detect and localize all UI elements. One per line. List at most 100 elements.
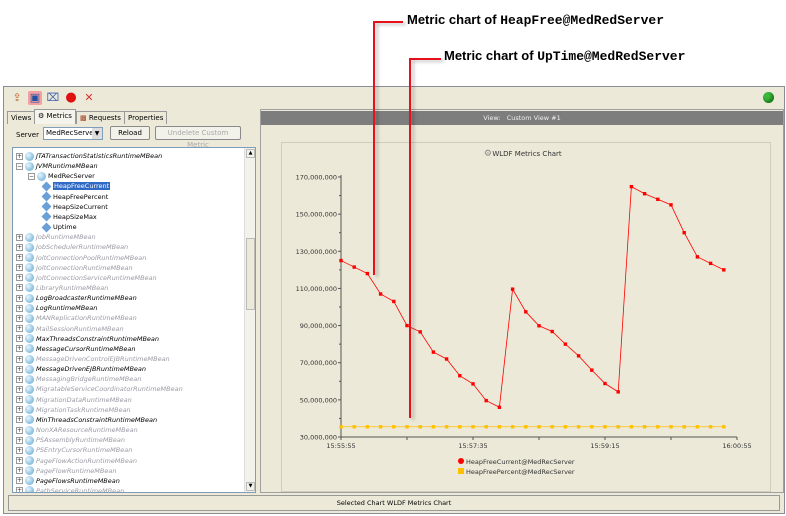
tree-item[interactable]: + LibraryRuntimeMBean <box>16 283 108 293</box>
callout-line <box>373 21 375 275</box>
scroll-thumb[interactable] <box>246 238 255 310</box>
expand-icon[interactable]: + <box>16 365 23 373</box>
data-point <box>603 425 607 429</box>
callout-text: Metric chart of <box>444 48 538 63</box>
collapse-icon[interactable]: − <box>16 162 23 170</box>
y-tick-label: 150,000,000 <box>296 211 337 219</box>
expand-icon[interactable]: + <box>16 426 23 434</box>
tree-item[interactable]: + MessageDrivenControlEJBRuntimeMBean <box>16 354 170 364</box>
tree-item[interactable]: + MinThreadsConstraintRuntimeMBean <box>16 415 157 425</box>
tree-item[interactable]: HeapFreePercent <box>40 191 108 202</box>
tree-item[interactable]: + LogBroadcasterRuntimeMBean <box>16 293 137 303</box>
tree-item[interactable]: + JobSchedulerRuntimeMBean <box>16 242 128 252</box>
expand-icon[interactable]: + <box>16 396 23 404</box>
tab-requests[interactable]: ▩ Requests <box>76 111 125 124</box>
tree-item[interactable]: HeapSizeMax <box>40 211 97 222</box>
y-tick-label: 30,000,000 <box>300 434 337 442</box>
expand-icon[interactable]: + <box>16 325 23 333</box>
tree-item[interactable]: − JVMRuntimeMBean <box>16 161 98 171</box>
expand-icon[interactable]: + <box>16 314 23 322</box>
tree-item[interactable]: + MailSessionRuntimeMBean <box>16 324 124 334</box>
tree-item[interactable]: HeapFreeCurrent <box>40 181 111 192</box>
tree-item[interactable]: + PSEntryCursorRuntimeMBean <box>16 445 132 455</box>
expand-icon[interactable]: + <box>16 385 23 393</box>
tab-properties[interactable]: Properties <box>124 111 168 124</box>
view-label: View: <box>483 114 501 122</box>
expand-icon[interactable]: + <box>16 152 23 160</box>
expand-icon[interactable]: + <box>16 254 23 261</box>
expand-icon[interactable]: + <box>16 457 23 464</box>
delete-chart-icon[interactable]: ⌧ <box>46 91 60 105</box>
tree-item[interactable]: + PSAssemblyRuntimeMBean <box>16 435 125 445</box>
expand-icon[interactable]: + <box>16 467 23 475</box>
tab-views[interactable]: Views <box>7 111 36 124</box>
expand-icon[interactable]: + <box>16 284 23 292</box>
expand-icon[interactable]: + <box>16 477 23 485</box>
scroll-down-icon[interactable]: ▼ <box>246 482 255 491</box>
expand-icon[interactable]: + <box>16 446 23 454</box>
tree-item[interactable]: + MaxThreadsConstraintRuntimeMBean <box>16 334 159 344</box>
scroll-up-icon[interactable]: ▲ <box>246 149 255 158</box>
record-icon[interactable]: ● <box>64 91 78 105</box>
tree-item[interactable]: HeapSizeCurrent <box>40 201 108 212</box>
tree-item[interactable]: + LogRuntimeMBean <box>16 303 97 313</box>
expand-icon[interactable]: + <box>16 243 23 251</box>
tree-item[interactable]: + JoltConnectionServiceRuntimeMBean <box>16 273 157 283</box>
tab-metrics[interactable]: ⚙ Metrics <box>34 109 76 124</box>
tree-item[interactable]: + PageFlowsRuntimeMBean <box>16 476 120 486</box>
tree-item-label: HeapSizeMax <box>53 212 97 221</box>
expand-icon[interactable]: + <box>16 274 23 282</box>
server-select[interactable]: MedRecServer ▼ <box>43 127 103 140</box>
tree-item[interactable]: + JTATransactionStatisticsRuntimeMBean <box>16 151 162 161</box>
expand-icon[interactable]: + <box>16 375 23 383</box>
expand-icon[interactable]: + <box>16 436 23 444</box>
collapse-icon[interactable]: − <box>28 172 35 180</box>
mbean-icon <box>25 354 34 364</box>
tree-item[interactable]: + PathServiceRuntimeMBean <box>16 486 124 492</box>
tree-item[interactable]: + MessageCursorRuntimeMBean <box>16 344 135 354</box>
expand-icon[interactable]: + <box>16 345 23 353</box>
data-point <box>524 310 528 314</box>
expand-icon[interactable]: + <box>16 233 23 241</box>
close-icon[interactable]: ✕ <box>82 91 96 105</box>
tree-scrollbar[interactable]: ▲ ▼ <box>244 148 255 492</box>
expand-icon[interactable]: + <box>16 335 23 343</box>
expand-icon[interactable]: + <box>16 294 23 302</box>
tree-item[interactable]: + MessageDrivenEJBRuntimeMBean <box>16 364 146 374</box>
mbean-icon <box>25 445 34 455</box>
data-point <box>458 425 462 429</box>
reload-button[interactable]: Reload <box>110 126 150 140</box>
tree-item[interactable]: + PageFlowActionRuntimeMBean <box>16 456 137 466</box>
tree-item[interactable]: + JobRuntimeMBean <box>16 232 96 242</box>
legend-label: HeapFreeCurrent@MedRecServer <box>466 458 575 466</box>
undelete-custom-metric-button[interactable]: Undelete Custom Metric <box>155 126 241 149</box>
tree-item[interactable]: + MigrationDataRuntimeMBean <box>16 395 132 405</box>
data-point <box>550 329 554 334</box>
tree-item[interactable]: + JoltConnectionRuntimeMBean <box>16 263 133 273</box>
mbean-icon <box>25 263 34 273</box>
metrics-chart[interactable]: WLDF Metrics Chart ⚙ 170,000,000 150,000,00… <box>281 142 771 492</box>
export-icon[interactable]: ⇪ <box>10 91 24 105</box>
tree-item[interactable]: − MedRecServer <box>28 171 95 181</box>
expand-icon[interactable]: + <box>16 355 23 363</box>
expand-icon[interactable]: + <box>16 264 23 272</box>
expand-icon[interactable]: + <box>16 406 23 414</box>
mbean-icon <box>25 283 34 293</box>
tree-item[interactable]: + MigrationTaskRuntimeMBean <box>16 405 131 415</box>
save-icon[interactable]: ▣ <box>28 91 42 105</box>
tree-item[interactable]: Uptime <box>40 222 77 232</box>
mbean-icon <box>25 303 34 313</box>
tree-item[interactable]: + MANReplicationRuntimeMBean <box>16 313 137 323</box>
tree-item[interactable]: + PageFlowRuntimeMBean <box>16 466 116 476</box>
mbean-icon <box>37 171 46 181</box>
chart-gear-icon: ⚙ <box>484 149 492 159</box>
tree-item[interactable]: + NonXAResourceRuntimeMBean <box>16 425 138 435</box>
mbean-tree: + JTATransactionStatisticsRuntimeMBean − JV… <box>12 147 256 493</box>
expand-icon[interactable]: + <box>16 416 23 424</box>
data-point <box>616 390 620 394</box>
tree-item[interactable]: + MigratableServiceCoordinatorRuntimeMBea… <box>16 384 183 394</box>
tree-item[interactable]: + MessagingBridgeRuntimeMBean <box>16 374 141 384</box>
expand-icon[interactable]: + <box>16 304 23 312</box>
expand-icon[interactable]: + <box>16 487 23 492</box>
tree-item[interactable]: + JoltConnectionPoolRuntimeMBean <box>16 253 146 263</box>
